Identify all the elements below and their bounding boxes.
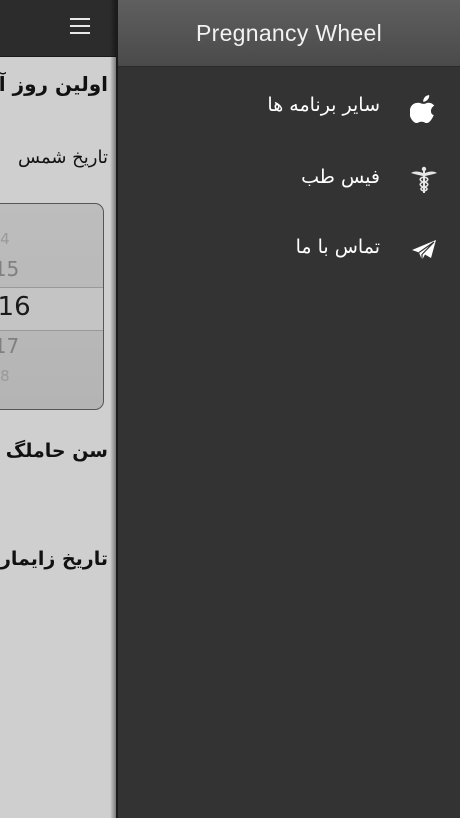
side-drawer: Pregnancy Wheel سایر برنامه ها فیس طب تم… [118,0,460,818]
menu-item-label: تماس با ما [295,236,380,258]
panel-divider-shadow [110,0,118,818]
menu-item-contact-us[interactable]: تماس با ما [118,225,460,275]
delivery-date-label: تاریخ زایمار [0,548,108,570]
content-panel: اولین روز آ تاریخ شمس 014 015 016 017 01… [0,0,116,818]
pregnancy-age-label: سن حاملگ [5,440,108,462]
caduceus-icon [410,165,438,195]
picker-item-selected[interactable]: 016 [0,292,31,322]
picker-item[interactable]: 015 [0,257,19,281]
picker-item[interactable]: 014 [0,230,10,248]
picker-item[interactable]: 018 [0,367,10,385]
first-day-label: اولین روز آ [0,72,108,96]
picker-item[interactable]: 017 [0,334,19,358]
menu-item-other-apps[interactable]: سایر برنامه ها [118,83,460,133]
drawer-header: Pregnancy Wheel [118,0,460,67]
shamsi-date-label: تاریخ شمس [18,147,108,168]
apple-icon [409,93,438,123]
hamburger-menu-icon[interactable] [70,18,90,34]
content-top-bar [0,0,116,57]
drawer-title: Pregnancy Wheel [195,19,383,46]
menu-item-face-tebb[interactable]: فیس طب [118,155,460,205]
menu-item-label: سایر برنامه ها [267,94,380,116]
menu-item-label: فیس طب [301,166,380,188]
year-picker[interactable]: 014 015 016 017 018 [0,203,104,410]
paper-plane-icon [410,235,438,265]
